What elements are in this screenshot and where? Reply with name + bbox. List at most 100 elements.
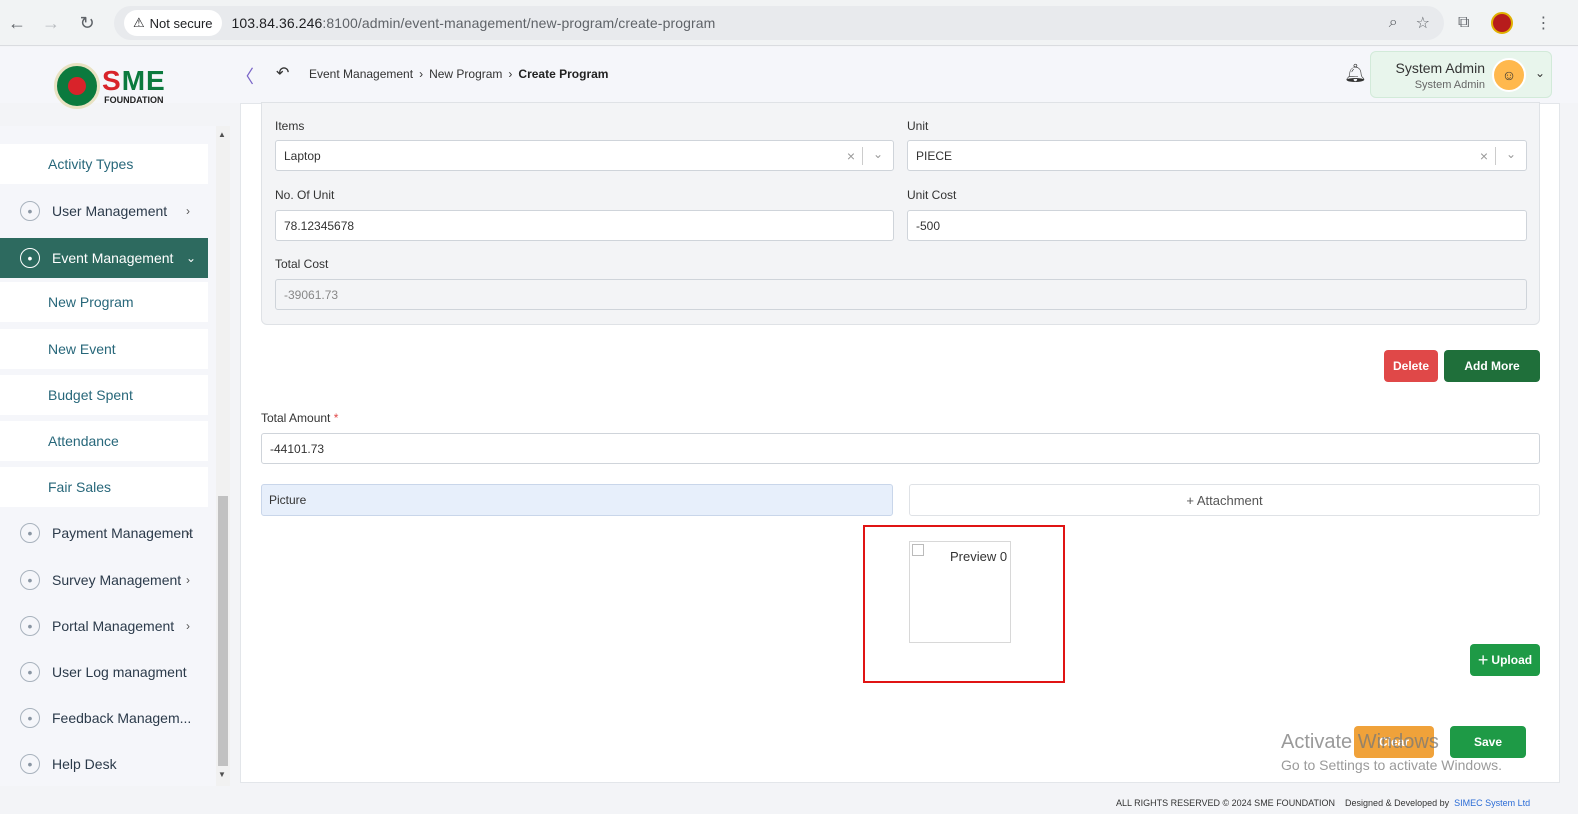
chevron-down-icon[interactable]: ⌄ <box>873 147 883 161</box>
activate-windows-subtext: Go to Settings to activate Windows. <box>1281 757 1502 773</box>
notification-bell-icon[interactable]: 🔔︎ <box>1344 63 1367 84</box>
unit-cost-label: Unit Cost <box>907 188 957 202</box>
breadcrumb-event-management[interactable]: Event Management <box>309 67 413 81</box>
broken-image-icon <box>912 544 924 556</box>
unit-cost-value: -500 <box>916 218 941 233</box>
not-secure-label: Not secure <box>149 15 213 31</box>
unit-select[interactable]: PIECE × ⌄ <box>907 140 1527 171</box>
government-seal-icon <box>54 63 100 109</box>
footer-rights: ALL RIGHTS RESERVED © 2024 SME FOUNDATIO… <box>1116 798 1336 808</box>
security-chip[interactable]: ⚠ Not secure <box>124 10 222 36</box>
sidebar-item-label: New Event <box>48 341 116 357</box>
lock-icon: • <box>20 248 40 268</box>
chevron-right-icon: › <box>186 204 190 218</box>
items-label: Items <box>275 119 305 133</box>
delete-button[interactable]: Delete <box>1384 350 1438 382</box>
sidebar-scrollbar-thumb[interactable] <box>218 496 228 766</box>
total-amount-label: Total Amount * <box>261 411 338 425</box>
chevron-right-icon: › <box>419 67 424 81</box>
breadcrumb-create-program: Create Program <box>518 67 609 81</box>
sidebar-item-label: Payment Management <box>52 525 193 541</box>
picture-tab[interactable]: Picture <box>261 484 893 516</box>
total-amount-label-text: Total Amount <box>261 411 331 425</box>
sidebar-item-help-desk[interactable]: • Help Desk <box>0 744 208 784</box>
sidebar-item-portal-management[interactable]: • Portal Management › <box>0 606 208 646</box>
save-button[interactable]: Save <box>1450 726 1526 758</box>
scroll-up-arrow-icon[interactable]: ▲ <box>218 130 226 139</box>
unit-select-value: PIECE <box>916 148 953 163</box>
lock-icon: • <box>20 616 40 636</box>
sidebar-item-user-management[interactable]: • User Management › <box>0 191 208 231</box>
total-cost-value: -39061.73 <box>284 287 339 302</box>
undo-back-icon[interactable]: ↶ <box>276 63 289 83</box>
extensions-icon[interactable]: ⧉ <box>1458 14 1469 32</box>
sidebar-item-label: Help Desk <box>52 756 117 772</box>
app-header: SME FOUNDATION 〈 ↶ Event Management › Ne… <box>0 47 1578 109</box>
breadcrumb-new-program[interactable]: New Program <box>429 67 502 81</box>
footer-designed-by: Designed & Developed by <box>1345 798 1450 808</box>
preview-image[interactable]: Preview 0 <box>909 541 1011 643</box>
sidebar-item-label: User Management <box>52 203 168 219</box>
clear-x-icon[interactable]: × <box>847 148 855 164</box>
browser-toolbar: ← → ↻ ⚠ Not secure 103.84.36.246:8100/ad… <box>0 0 1578 46</box>
profile-avatar-icon[interactable] <box>1491 12 1514 34</box>
sidebar-item-label: Activity Types <box>48 156 134 172</box>
sidebar-item-feedback-management[interactable]: • Feedback Managem... <box>0 698 208 738</box>
no-of-unit-input[interactable]: 78.12345678 <box>275 210 894 241</box>
bookmark-star-icon[interactable]: ☆ <box>1416 13 1430 33</box>
warning-icon: ⚠ <box>133 15 145 30</box>
clear-x-icon[interactable]: × <box>1480 148 1488 164</box>
sidebar-item-label: Survey Management <box>52 572 182 588</box>
pie-chart-icon: • <box>20 570 40 590</box>
sidebar-item-new-program[interactable]: New Program <box>0 282 208 322</box>
upload-label: Upload <box>1491 653 1533 667</box>
menu-dots-icon[interactable]: ⋮ <box>1535 13 1551 33</box>
logo-me: ME <box>121 65 166 96</box>
logo-foundation: FOUNDATION <box>104 95 164 105</box>
sidebar-item-user-log-managment[interactable]: • User Log managment <box>0 652 208 692</box>
card-icon: • <box>20 523 40 543</box>
user-name: System Admin <box>1395 60 1485 76</box>
sidebar-item-event-management[interactable]: • Event Management ⌄ <box>0 238 208 278</box>
sidebar-item-payment-management[interactable]: • Payment Management › <box>0 513 208 553</box>
collapse-sidebar-icon[interactable]: 〈 <box>236 63 254 89</box>
chevron-right-icon: › <box>186 573 190 587</box>
total-cost-input: -39061.73 <box>275 279 1527 310</box>
upload-button[interactable]: + Upload <box>1470 644 1540 676</box>
chevron-right-icon: › <box>508 67 513 81</box>
sidebar-item-label: Budget Spent <box>48 387 133 403</box>
address-bar[interactable]: ⚠ Not secure 103.84.36.246:8100/admin/ev… <box>114 6 1444 40</box>
zoom-icon[interactable]: ⌕ <box>1389 14 1398 32</box>
chevron-down-icon[interactable]: ⌄ <box>1506 147 1516 161</box>
forward-arrow-icon[interactable]: → <box>34 6 68 40</box>
reload-icon[interactable]: ↻ <box>70 6 104 40</box>
url-text[interactable]: 103.84.36.246:8100/admin/event-managemen… <box>232 15 716 31</box>
select-divider <box>862 147 863 165</box>
sidebar-item-new-event[interactable]: New Event <box>0 329 208 369</box>
total-amount-input[interactable]: -44101.73 <box>261 433 1540 464</box>
sidebar-item-label: User Log managment <box>52 664 187 680</box>
no-of-unit-value: 78.12345678 <box>284 218 355 233</box>
add-more-button[interactable]: Add More <box>1444 350 1540 382</box>
attachment-button[interactable]: + Attachment <box>909 484 1540 516</box>
sidebar-item-budget-spent[interactable]: Budget Spent <box>0 375 208 415</box>
sidebar: Activity Types • User Management › • Eve… <box>0 126 216 786</box>
sme-foundation-logo[interactable]: SME FOUNDATION <box>54 61 174 111</box>
sidebar-item-attendance[interactable]: Attendance <box>0 421 208 461</box>
user-menu[interactable]: System Admin System Admin ☺ ⌄ <box>1370 51 1552 98</box>
sidebar-item-survey-management[interactable]: • Survey Management › <box>0 560 208 600</box>
unit-cost-input[interactable]: -500 <box>907 210 1527 241</box>
required-asterisk: * <box>333 411 339 425</box>
log-icon: • <box>20 662 40 682</box>
items-select[interactable]: Laptop × ⌄ <box>275 140 894 171</box>
breadcrumb: Event Management › New Program › Create … <box>309 67 608 81</box>
footer-company-link[interactable]: SIMEC System Ltd <box>1454 798 1530 808</box>
mail-icon: • <box>20 754 40 774</box>
sidebar-item-activity-types[interactable]: Activity Types <box>0 144 208 184</box>
select-divider <box>1495 147 1496 165</box>
preview-alt-text: Preview 0 <box>950 549 1008 564</box>
back-arrow-icon[interactable]: ← <box>0 6 34 40</box>
scroll-down-arrow-icon[interactable]: ▼ <box>218 770 226 779</box>
sidebar-item-fair-sales[interactable]: Fair Sales <box>0 467 208 507</box>
logo-s: S <box>102 65 122 96</box>
